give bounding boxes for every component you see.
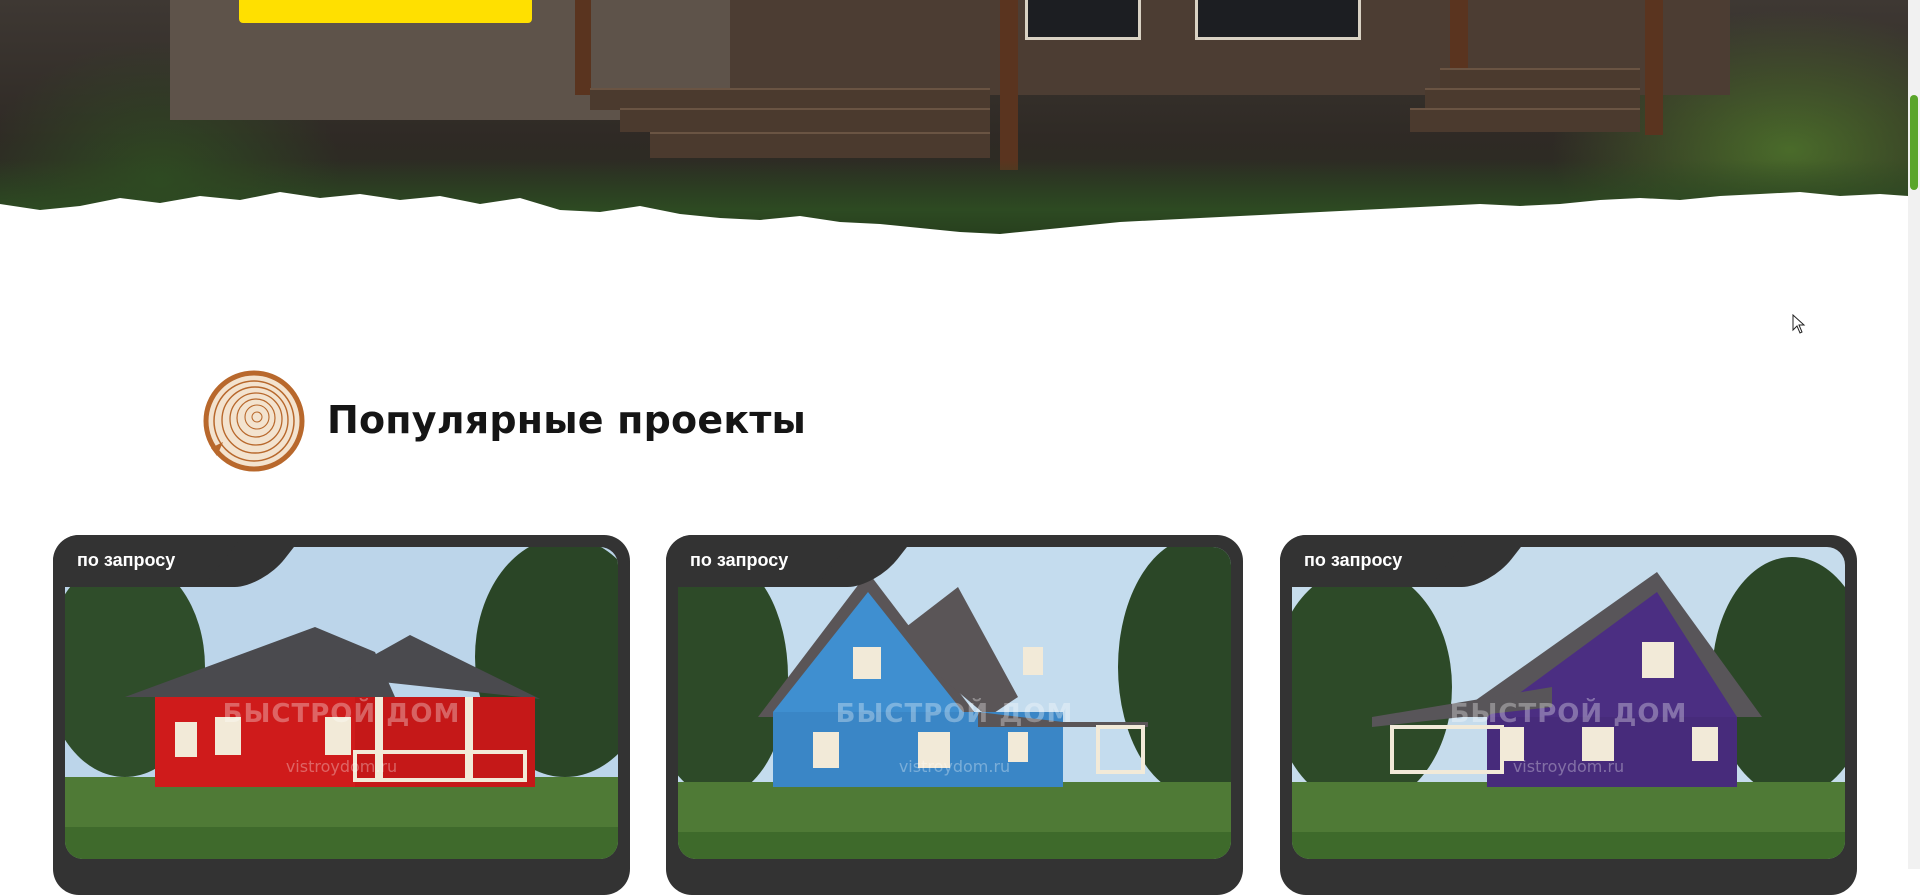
image-watermark-url: vistroydom.ru (1512, 757, 1625, 776)
price-badge: по запросу (77, 550, 176, 570)
porch-step (1440, 68, 1640, 88)
porch-post (1000, 0, 1018, 170)
image-watermark: БЫСТРОЙ ДОМ (1449, 699, 1688, 729)
porch-post (1645, 0, 1663, 135)
hero-cta-button[interactable] (239, 0, 532, 23)
price-badge: по запросу (690, 550, 789, 570)
image-watermark-url: vistroydom.ru (285, 757, 398, 776)
project-image[interactable]: БЫСТРОЙ ДОМ vistroydom.ru (678, 547, 1231, 859)
page-scrollbar[interactable] (1908, 0, 1920, 869)
porch-step (620, 108, 990, 132)
mouse-cursor-icon (1792, 314, 1806, 334)
house-window (1025, 0, 1141, 40)
porch-step (650, 132, 990, 158)
project-card[interactable]: БЫСТРОЙ ДОМ vistroydom.ru по запросу (1280, 535, 1857, 895)
project-image[interactable]: БЫСТРОЙ ДОМ vistroydom.ru (1292, 547, 1845, 859)
log-cross-section-icon (203, 370, 305, 472)
image-watermark-url: vistroydom.ru (898, 757, 1011, 776)
porch-step (590, 88, 990, 110)
hero-banner (0, 0, 1908, 250)
project-image[interactable]: БЫСТРОЙ ДОМ vistroydom.ru (65, 547, 618, 859)
porch-step (1425, 88, 1640, 110)
section-title: Популярные проекты (327, 398, 807, 442)
image-watermark: БЫСТРОЙ ДОМ (835, 699, 1074, 729)
project-card[interactable]: БЫСТРОЙ ДОМ vistroydom.ru по запросу (53, 535, 630, 895)
torn-paper-edge (0, 192, 1908, 250)
porch-step (1410, 108, 1640, 132)
project-card[interactable]: БЫСТРОЙ ДОМ vistroydom.ru по запросу (666, 535, 1243, 895)
porch-post (575, 0, 591, 95)
image-watermark: БЫСТРОЙ ДОМ (222, 699, 461, 729)
house-window (1195, 0, 1361, 40)
price-badge: по запросу (1304, 550, 1403, 570)
scrollbar-thumb[interactable] (1910, 95, 1918, 190)
